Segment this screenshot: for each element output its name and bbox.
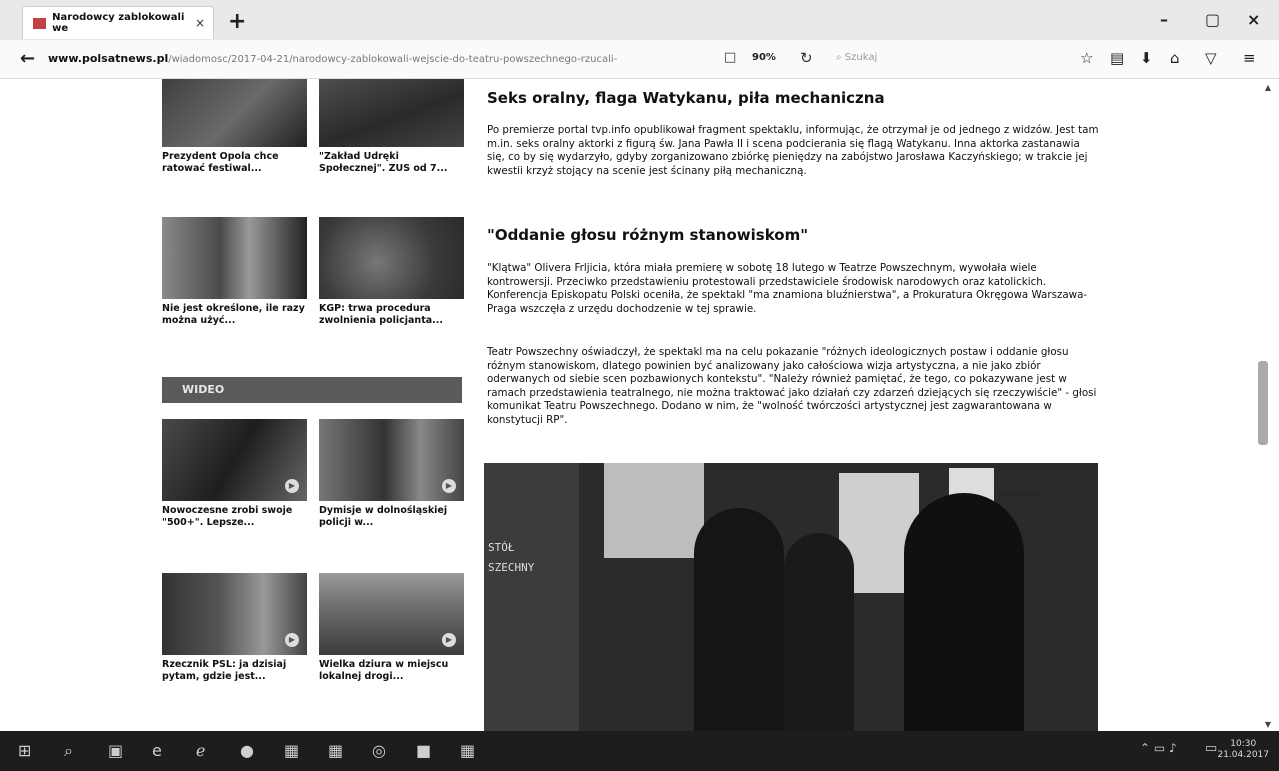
scroll-down-arrow-icon[interactable]: ▼	[1265, 720, 1271, 729]
search-icon[interactable]: ⌕	[64, 741, 73, 761]
address-bar[interactable]: www.polsatnews.pl/wiadomosc/2017-04-21/n…	[48, 52, 708, 65]
card-title[interactable]: Nowoczesne zrobi swoje "500+". Lepsze...	[162, 505, 307, 529]
clock-time: 10:30	[1230, 739, 1257, 749]
card-thumbnail[interactable]	[162, 217, 307, 299]
home-icon[interactable]: ⌂	[1170, 49, 1180, 67]
page-content: Prezydent Opola chce ratować festiwal...…	[0, 79, 1279, 731]
scrollbar-thumb[interactable]	[1258, 361, 1268, 445]
tab-strip: Narodowcy zablokowali we × + – ▢ ×	[0, 0, 1279, 40]
card-title[interactable]: "Zakład Udręki Społecznej". ZUS od 7...	[319, 151, 464, 175]
photo-sign-text: SZECHNY	[488, 561, 535, 574]
notification-icon[interactable]: ▭	[1205, 741, 1217, 756]
related-card[interactable]: Prezydent Opola chce ratować festiwal...	[162, 79, 307, 175]
app-icon[interactable]: ▦	[284, 741, 299, 760]
section-heading: Seks oralny, flaga Watykanu, piła mechan…	[487, 89, 885, 107]
back-arrow-icon[interactable]: ←	[20, 48, 35, 69]
photo-person-silhouette	[694, 508, 784, 731]
url-host: www.polsatnews.pl	[48, 52, 169, 65]
url-path: /wiadomosc/2017-04-21/narodowcy-zablokow…	[168, 54, 618, 65]
card-thumbnail[interactable]	[319, 217, 464, 299]
system-tray-icons[interactable]: ⌃ ▭ ♪	[1140, 741, 1177, 755]
card-title[interactable]: Rzecznik PSL: ja dzisiaj pytam, gdzie je…	[162, 659, 307, 683]
photo-poster	[604, 463, 704, 558]
scroll-up-arrow-icon[interactable]: ▲	[1265, 83, 1271, 92]
search-input[interactable]: ⌕ Szukaj	[836, 52, 877, 63]
browser-tab[interactable]: Narodowcy zablokowali we ×	[22, 6, 214, 39]
video-section-header: WIDEO	[162, 377, 462, 403]
close-window-button[interactable]: ×	[1247, 10, 1260, 29]
video-card[interactable]: ▶ Rzecznik PSL: ja dzisiaj pytam, gdzie …	[162, 573, 307, 683]
video-thumbnail[interactable]: ▶	[162, 419, 307, 501]
firefox-icon[interactable]: ●	[240, 741, 254, 760]
article-paragraph: Po premierze portal tvp.info opublikował…	[487, 124, 1099, 177]
app-icon[interactable]: ▦	[328, 741, 343, 760]
pocket-icon[interactable]: ▽	[1205, 49, 1217, 67]
play-icon[interactable]: ▶	[442, 633, 456, 647]
photo-sign-text: STÓŁ	[488, 541, 515, 554]
card-thumbnail[interactable]	[319, 79, 464, 147]
app-icon[interactable]: ▦	[460, 741, 475, 760]
card-title[interactable]: Prezydent Opola chce ratować festiwal...	[162, 151, 307, 175]
related-card[interactable]: "Zakład Udręki Społecznej". ZUS od 7...	[319, 79, 464, 175]
card-title[interactable]: Nie jest określone, ile razy można użyć.…	[162, 303, 307, 327]
download-icon[interactable]: ⬇	[1140, 49, 1153, 67]
section-heading: "Oddanie głosu różnym stanowiskom"	[487, 226, 809, 244]
internet-explorer-icon[interactable]: ℯ	[196, 741, 205, 760]
article-paragraph: "Klątwa" Olivera Frljicia, która miała p…	[487, 262, 1088, 315]
new-tab-button[interactable]: +	[228, 9, 246, 34]
video-card[interactable]: ▶ Nowoczesne zrobi swoje "500+". Lepsze.…	[162, 419, 307, 529]
card-title[interactable]: Wielka dziura w miejscu lokalnej drogi..…	[319, 659, 464, 683]
video-thumbnail[interactable]: ▶	[319, 419, 464, 501]
article-paragraph: Teatr Powszechny oświadczył, że spektakl…	[487, 346, 1097, 426]
search-placeholder: Szukaj	[844, 52, 878, 63]
related-card[interactable]: KGP: trwa procedura zwolnienia policjant…	[319, 217, 464, 327]
article-photo: STÓŁ SZECHNY POWSZECHNY	[484, 463, 1098, 731]
zoom-level[interactable]: 90%	[752, 52, 776, 63]
task-view-icon[interactable]: ▣	[108, 741, 123, 760]
windows-taskbar: ⊞ ⌕ ▣ e ℯ ● ▦ ▦ ◎ ■ ▦ ⌃ ▭ ♪ ▭ 10:30 21.0…	[0, 731, 1279, 771]
edge-browser-icon[interactable]: e	[152, 741, 162, 760]
video-card[interactable]: ▶ Dymisje w dolnośląskiej policji w...	[319, 419, 464, 529]
system-clock[interactable]: 10:30 21.04.2017	[1217, 739, 1269, 761]
photo-person-silhouette	[784, 533, 854, 731]
file-explorer-icon[interactable]: ■	[416, 741, 431, 760]
minimize-button[interactable]: –	[1160, 10, 1168, 29]
clock-date: 21.04.2017	[1217, 750, 1269, 760]
card-title[interactable]: KGP: trwa procedura zwolnienia policjant…	[319, 303, 464, 327]
reload-icon[interactable]: ↻	[800, 49, 813, 67]
maximize-button[interactable]: ▢	[1205, 10, 1220, 29]
photo-wall	[484, 463, 579, 731]
menu-hamburger-icon[interactable]: ≡	[1243, 49, 1256, 67]
play-icon[interactable]: ▶	[442, 479, 456, 493]
favicon-icon	[33, 17, 47, 29]
reading-list-icon[interactable]: ▤	[1110, 49, 1124, 67]
video-thumbnail[interactable]: ▶	[162, 573, 307, 655]
start-windows-icon[interactable]: ⊞	[18, 741, 31, 760]
media-player-icon[interactable]: ◎	[372, 741, 386, 760]
related-card[interactable]: Nie jest określone, ile razy można użyć.…	[162, 217, 307, 327]
tab-title: Narodowcy zablokowali we	[52, 12, 185, 34]
play-icon[interactable]: ▶	[285, 633, 299, 647]
tab-close-icon[interactable]: ×	[195, 16, 205, 30]
bookmark-star-icon[interactable]: ☆	[1080, 49, 1093, 67]
video-thumbnail[interactable]: ▶	[319, 573, 464, 655]
navigation-toolbar: ← www.polsatnews.pl/wiadomosc/2017-04-21…	[0, 40, 1279, 79]
photo-sign-text: POWSZECHNY	[998, 491, 1041, 498]
photo-person-silhouette	[904, 493, 1024, 731]
video-card[interactable]: ▶ Wielka dziura w miejscu lokalnej drogi…	[319, 573, 464, 683]
card-thumbnail[interactable]	[162, 79, 307, 147]
card-title[interactable]: Dymisje w dolnośląskiej policji w...	[319, 505, 464, 529]
play-icon[interactable]: ▶	[285, 479, 299, 493]
reader-view-icon[interactable]: □	[724, 50, 736, 65]
